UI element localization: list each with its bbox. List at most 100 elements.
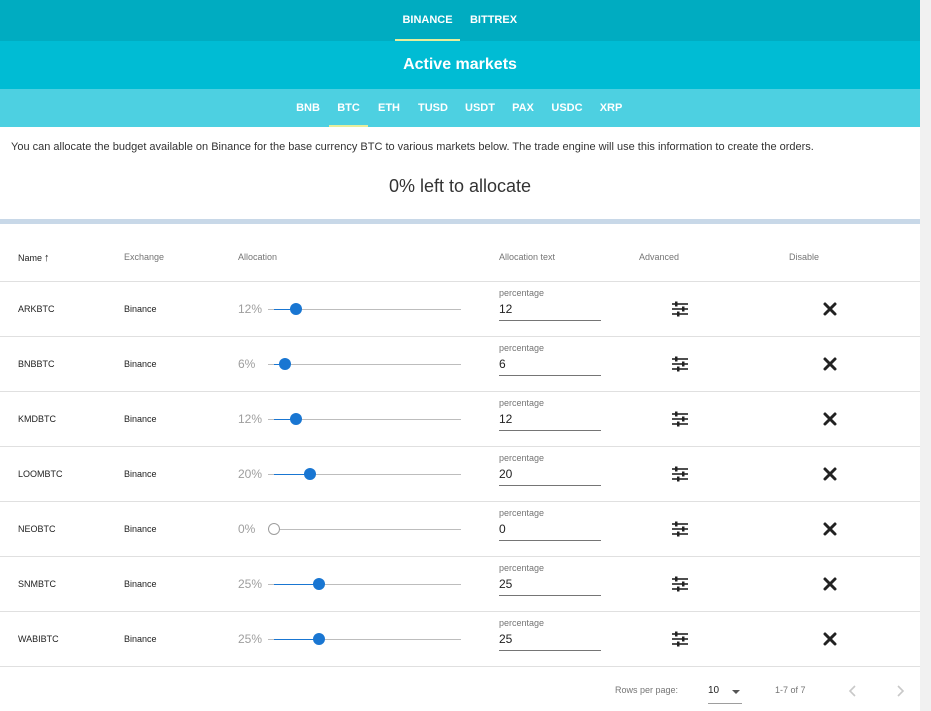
allocation-slider-thumb[interactable] [313,633,325,645]
arrow-up-icon: ↑ [44,252,50,264]
close-x-icon[interactable] [822,576,838,592]
close-x-icon[interactable] [822,356,838,372]
percentage-field-label: percentage [499,398,545,408]
allocation-percent: 12% [238,302,263,316]
percentage-field-label: percentage [499,508,545,518]
tab-usdt[interactable]: USDT [459,89,501,127]
section-divider [0,219,920,224]
rows-per-page-value: 10 [708,685,720,696]
left-to-allocate: 0% left to allocate [388,176,532,196]
column-header-name-label: Name [18,253,43,263]
tab-eth[interactable]: ETH [372,89,406,127]
percentage-field-label: percentage [499,343,545,353]
table-row: WABIBTC Binance 25% percentage 25 [0,612,920,667]
allocation-slider[interactable] [268,358,461,370]
table-row: SNMBTC Binance 25% percentage 25 [0,557,920,612]
close-x-icon[interactable] [822,466,838,482]
market-name: KMDBTC [18,414,56,424]
percentage-input[interactable]: 6 [499,356,601,376]
market-name: WABIBTC [18,634,59,644]
market-name: NEOBTC [18,524,56,534]
percentage-input[interactable]: 25 [499,631,601,651]
tab-btc[interactable]: BTC [329,89,368,127]
tab-bnb[interactable]: BNB [291,89,325,127]
allocation-percent: 0% [238,522,256,536]
tab-binance[interactable]: BINANCE [395,0,460,41]
market-exchange: Binance [124,414,157,424]
percentage-input[interactable]: 20 [499,466,601,486]
column-header-name[interactable]: Name ↑ [18,252,50,264]
column-header-advanced: Advanced [639,252,680,262]
column-header-disable: Disable [789,252,820,262]
percentage-input[interactable]: 12 [499,301,601,321]
caret-down-icon [732,690,740,694]
tune-sliders-icon[interactable] [671,410,689,428]
tune-sliders-icon[interactable] [671,575,689,593]
table-row: LOOMBTC Binance 20% percentage 20 [0,447,920,502]
tune-sliders-icon[interactable] [671,355,689,373]
rows-per-page-select[interactable]: 10 [708,682,742,704]
close-x-icon[interactable] [822,411,838,427]
table-row: ARKBTC Binance 12% percentage 12 [0,282,920,337]
tune-sliders-icon[interactable] [671,300,689,318]
allocation-slider-thumb[interactable] [313,578,325,590]
allocation-percent: 25% [238,577,263,591]
active-markets-page: BINANCE BITTREX Active markets BNB BTC E… [0,0,920,711]
table-row: KMDBTC Binance 12% percentage 12 [0,392,920,447]
column-header-allocation-text: Allocation text [499,252,556,262]
column-header-allocation: Allocation [238,252,278,262]
chevron-right-icon[interactable] [892,683,908,699]
market-name: ARKBTC [18,304,55,314]
tune-sliders-icon[interactable] [671,630,689,648]
percentage-field-label: percentage [499,563,545,573]
allocation-slider[interactable] [268,633,461,645]
column-header-exchange: Exchange [124,252,165,262]
market-exchange: Binance [124,579,157,589]
allocation-slider[interactable] [268,468,461,480]
exchange-tab-bar: BINANCE BITTREX [0,0,920,41]
allocation-slider-thumb[interactable] [268,523,280,535]
market-name: SNMBTC [18,579,56,589]
percentage-field-label: percentage [499,453,545,463]
allocation-slider[interactable] [268,303,461,315]
table-row: NEOBTC Binance 0% percentage 0 [0,502,920,557]
allocation-slider-thumb[interactable] [289,413,302,425]
allocation-percent: 6% [238,357,256,371]
percentage-input[interactable]: 25 [499,576,601,596]
tab-xrp[interactable]: XRP [594,89,628,127]
market-exchange: Binance [124,524,157,534]
close-x-icon[interactable] [822,301,838,317]
percentage-field-label: percentage [499,288,545,298]
market-name: BNBBTC [18,359,55,369]
allocation-percent: 12% [238,412,263,426]
tune-sliders-icon[interactable] [671,465,689,483]
market-exchange: Binance [124,634,157,644]
market-exchange: Binance [124,359,157,369]
tab-tusd[interactable]: TUSD [412,89,454,127]
market-exchange: Binance [124,304,157,314]
allocation-slider[interactable] [268,413,461,425]
allocation-slider-thumb[interactable] [304,468,316,480]
chevron-left-icon[interactable] [845,683,861,699]
rows-per-page-label: Rows per page: [615,685,679,695]
close-x-icon[interactable] [822,631,838,647]
percentage-field-label: percentage [499,618,545,628]
page-scrollbar[interactable] [920,0,931,711]
currency-tab-bar: BNB BTC ETH TUSD USDT PAX USDC XRP [0,89,920,127]
market-name: LOOMBTC [18,469,63,479]
pagination-range: 1-7 of 7 [775,685,806,695]
tab-pax[interactable]: PAX [506,89,540,127]
allocation-description: You can allocate the budget available on… [11,141,814,153]
allocation-percent: 20% [238,467,263,481]
allocation-slider-thumb[interactable] [289,303,302,315]
tab-usdc[interactable]: USDC [546,89,588,127]
percentage-input[interactable]: 12 [499,411,601,431]
allocation-slider[interactable] [268,523,461,535]
allocation-slider-thumb[interactable] [278,358,291,370]
allocation-percent: 25% [238,632,263,646]
tab-bittrex[interactable]: BITTREX [466,0,521,41]
tune-sliders-icon[interactable] [671,520,689,538]
close-x-icon[interactable] [822,521,838,537]
allocation-slider[interactable] [268,578,461,590]
percentage-input[interactable]: 0 [499,521,601,541]
